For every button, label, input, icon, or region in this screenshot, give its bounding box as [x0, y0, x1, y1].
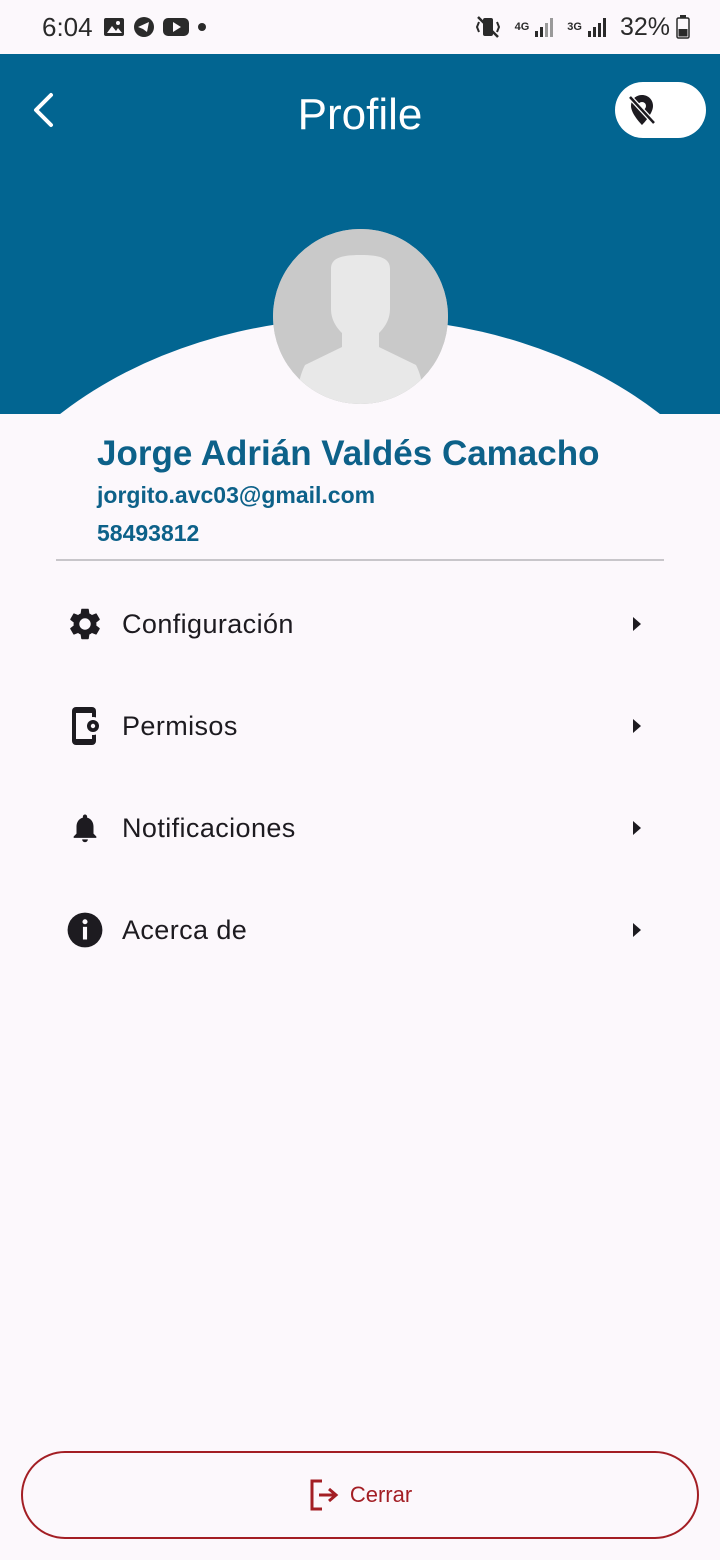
location-off-icon — [628, 95, 656, 125]
status-bar: 6:04 4G 3G 32% — [0, 0, 720, 54]
gear-icon — [56, 605, 114, 643]
menu-item-label: Notificaciones — [122, 812, 296, 843]
youtube-icon — [162, 17, 189, 37]
arrow-right-icon — [632, 616, 642, 632]
profile-name: Jorge Adrián Valdés Camacho — [97, 434, 600, 473]
image-icon — [103, 17, 125, 37]
menu-item-acerca-de[interactable]: Acerca de — [56, 885, 664, 975]
menu-item-notificaciones[interactable]: Notificaciones — [56, 783, 664, 873]
menu-item-configuracion[interactable]: Configuración — [56, 579, 664, 669]
arrow-right-icon — [632, 718, 642, 734]
divider — [56, 559, 664, 561]
bell-icon — [56, 809, 114, 847]
logout-icon — [308, 1478, 340, 1512]
menu-item-permisos[interactable]: Permisos — [56, 681, 664, 771]
battery-percent: 32% — [619, 12, 670, 41]
profile-phone: 58493812 — [97, 520, 200, 546]
logout-label: Cerrar — [349, 1482, 413, 1507]
vibrate-mute-icon — [475, 15, 501, 39]
phone-settings-icon — [56, 705, 114, 747]
signal-icon — [535, 17, 554, 37]
menu-item-label: Configuración — [122, 608, 294, 639]
telegram-icon — [133, 16, 155, 38]
info-icon — [56, 911, 114, 949]
network-type-b: 3G — [567, 20, 582, 33]
arrow-right-icon — [632, 820, 642, 836]
battery-icon — [676, 15, 690, 39]
network-type-a: 4G — [514, 20, 530, 33]
signal-icon — [587, 17, 606, 37]
profile-email: jorgito.avc03@gmail.com — [97, 482, 376, 508]
arrow-right-icon — [632, 922, 642, 938]
avatar — [273, 229, 448, 404]
menu-item-label: Permisos — [122, 710, 238, 741]
dot-icon — [197, 22, 207, 32]
person-placeholder-icon — [273, 229, 448, 404]
status-time: 6:04 — [42, 11, 93, 42]
page-title: Profile — [297, 90, 423, 139]
menu-item-label: Acerca de — [122, 914, 248, 945]
location-toggle[interactable] — [615, 82, 706, 138]
logout-button[interactable]: Cerrar — [21, 1451, 699, 1539]
